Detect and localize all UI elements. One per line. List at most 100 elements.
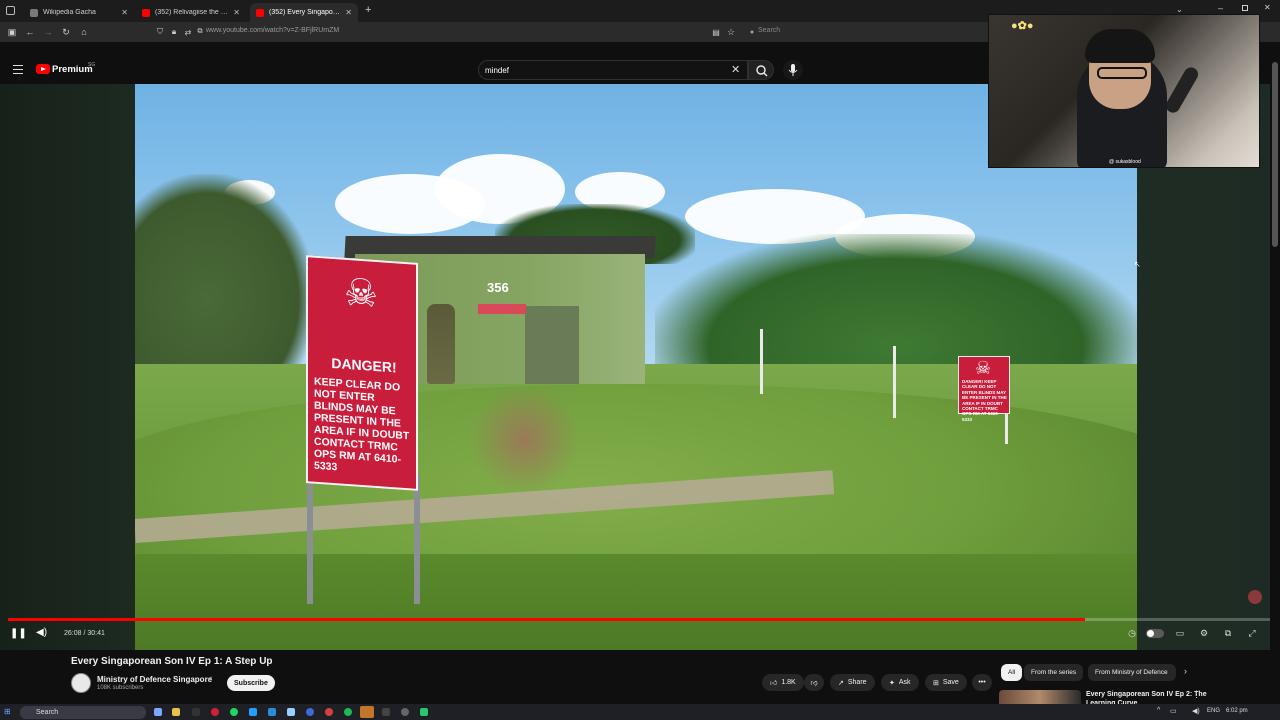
- app-icon[interactable]: [420, 708, 428, 716]
- save-button[interactable]: ⊞ Save: [925, 674, 967, 691]
- tray-volume-icon[interactable]: ◀): [1192, 707, 1200, 715]
- spotify-icon[interactable]: [344, 708, 352, 716]
- share-icon: ↗: [838, 679, 844, 687]
- more-icon: •••: [978, 679, 986, 686]
- settings-gear-icon[interactable]: ⚙: [1198, 628, 1210, 638]
- subtitles-icon[interactable]: ▭: [1174, 628, 1186, 638]
- app-icon[interactable]: [268, 708, 276, 716]
- chip-from-channel[interactable]: From Ministry of Defence: [1088, 664, 1176, 681]
- lock-icon: 🔒︎: [171, 27, 177, 36]
- more-vert-icon[interactable]: ⋮: [1192, 689, 1201, 700]
- ask-button[interactable]: ✦ Ask: [881, 674, 919, 691]
- autoplay-toggle[interactable]: [1146, 629, 1164, 638]
- dislike-button[interactable]: 👎︎: [804, 674, 824, 691]
- tray-clock[interactable]: 6:02 pm: [1226, 708, 1248, 714]
- volume-icon[interactable]: ◀): [36, 627, 47, 638]
- chevron-right-icon[interactable]: ›: [1184, 666, 1187, 676]
- sign-heading: DANGER!: [331, 354, 397, 376]
- app-icon[interactable]: [249, 708, 257, 716]
- home-icon[interactable]: ⌂: [78, 26, 90, 38]
- close-tab-icon[interactable]: ✕: [121, 8, 128, 17]
- chapter-icon[interactable]: ◷: [1126, 628, 1138, 638]
- fullscreen-icon[interactable]: ⤢: [1246, 628, 1258, 638]
- verified-icon: ✔: [207, 676, 213, 683]
- progress-bar[interactable]: [8, 618, 1272, 621]
- subscribe-button[interactable]: Subscribe: [227, 675, 275, 691]
- clear-search-icon[interactable]: ✕: [731, 63, 740, 76]
- sign-post: [414, 474, 420, 604]
- site-permissions-icon[interactable]: ⇄: [182, 26, 194, 38]
- page-scrollbar[interactable]: [1270, 56, 1280, 650]
- youtube-favicon-icon: [256, 8, 264, 17]
- ask-label: Ask: [898, 679, 911, 686]
- extensions-icon[interactable]: ⧉: [194, 26, 206, 38]
- bookmark-star-icon[interactable]: ☆: [725, 26, 737, 38]
- search-input[interactable]: mindef ✕: [478, 60, 748, 80]
- miniplayer-icon[interactable]: ⧉: [1222, 628, 1234, 638]
- browser-search-field[interactable]: Search: [758, 27, 780, 34]
- tray-language[interactable]: ENG: [1207, 708, 1220, 714]
- scroll-thumb[interactable]: [1272, 62, 1278, 247]
- taskbar-search[interactable]: Search: [20, 706, 146, 719]
- tab-wikipedia-gacha[interactable]: Wikipedia Gacha ✕: [24, 3, 134, 22]
- pause-icon[interactable]: ❚❚: [10, 628, 27, 639]
- reload-icon[interactable]: ↻: [60, 26, 72, 38]
- fence-post: [893, 346, 896, 418]
- tab-dropdown-icon[interactable]: ⌄: [1176, 5, 1183, 14]
- menu-icon[interactable]: [13, 65, 23, 74]
- youtube-favicon-icon: [142, 8, 150, 17]
- close-tab-icon[interactable]: ✕: [345, 8, 352, 17]
- reader-icon[interactable]: ▤: [710, 26, 722, 38]
- app-icon[interactable]: [382, 708, 390, 716]
- tab-every-singaporean-son[interactable]: (352) Every Singaporean So ✕: [250, 3, 358, 22]
- forward-icon[interactable]: →: [42, 26, 54, 38]
- like-button[interactable]: 👍︎ 1.8K: [762, 674, 804, 691]
- active-app-icon[interactable]: [360, 706, 374, 718]
- bunker-plate: [478, 304, 526, 314]
- tray-network-icon[interactable]: ▭: [1170, 707, 1177, 715]
- tab-relivagiise[interactable]: (352) Relivagiise the flight - ✕: [136, 3, 246, 22]
- skull-crossbones-icon: ☠: [344, 271, 379, 317]
- trees-left: [135, 174, 315, 384]
- voice-search-button[interactable]: [783, 60, 803, 80]
- close-window-icon[interactable]: ✕: [1264, 3, 1271, 12]
- browser-icon[interactable]: [325, 708, 333, 716]
- app-icon[interactable]: [306, 708, 314, 716]
- wikipedia-favicon-icon: [30, 8, 38, 17]
- app-icon[interactable]: [192, 708, 200, 716]
- file-explorer-icon[interactable]: [172, 708, 180, 716]
- tray-chevron-icon[interactable]: ^: [1157, 707, 1160, 714]
- tab-label: (352) Relivagiise the flight -: [155, 9, 228, 16]
- close-tab-icon[interactable]: ✕: [233, 8, 240, 17]
- channel-watermark-icon[interactable]: [1248, 590, 1262, 604]
- back-icon[interactable]: ←: [24, 26, 36, 38]
- more-actions-button[interactable]: •••: [972, 674, 992, 691]
- minimize-icon[interactable]: –: [1218, 3, 1223, 13]
- chip-from-series[interactable]: From the series: [1024, 664, 1084, 681]
- avatar[interactable]: [71, 673, 91, 693]
- new-tab-icon[interactable]: +: [365, 4, 371, 16]
- opera-icon[interactable]: [211, 708, 219, 716]
- youtube-logo-icon[interactable]: [36, 64, 50, 74]
- video-player[interactable]: 356 ☠ DANGER! KEEP CLEAR DO NOT ENTER BL…: [0, 84, 1280, 650]
- app-icon[interactable]: [287, 708, 295, 716]
- sidebar-toggle-icon[interactable]: ▣: [6, 26, 18, 38]
- share-button[interactable]: ↗ Share: [830, 674, 875, 691]
- fence-post: [760, 329, 763, 394]
- search-button[interactable]: [748, 60, 774, 80]
- chip-all[interactable]: All: [1001, 664, 1023, 681]
- shield-icon[interactable]: ⛉: [154, 26, 166, 38]
- task-view-icon[interactable]: [154, 708, 162, 716]
- small-sign-text: DANGER! KEEP CLEAR DO NOT ENTER BLINDS M…: [962, 379, 1008, 422]
- maximize-icon[interactable]: [1242, 5, 1248, 11]
- app-icon[interactable]: [401, 708, 409, 716]
- tab-list-icon[interactable]: [6, 6, 15, 15]
- chip-label: From Ministry of Defence: [1095, 669, 1168, 676]
- youtube-brand[interactable]: Premium: [52, 64, 93, 75]
- windows-start-icon[interactable]: ⊞: [4, 707, 14, 717]
- address-bar[interactable]: www.youtube.com/watch?v=Z-BFjlRUmZM: [206, 27, 339, 34]
- recommended-thumbnail[interactable]: [999, 690, 1081, 704]
- spotify-icon[interactable]: [230, 708, 238, 716]
- channel-name[interactable]: Ministry of Defence Singapore: [97, 675, 212, 684]
- save-playlist-icon: ⊞: [933, 679, 939, 687]
